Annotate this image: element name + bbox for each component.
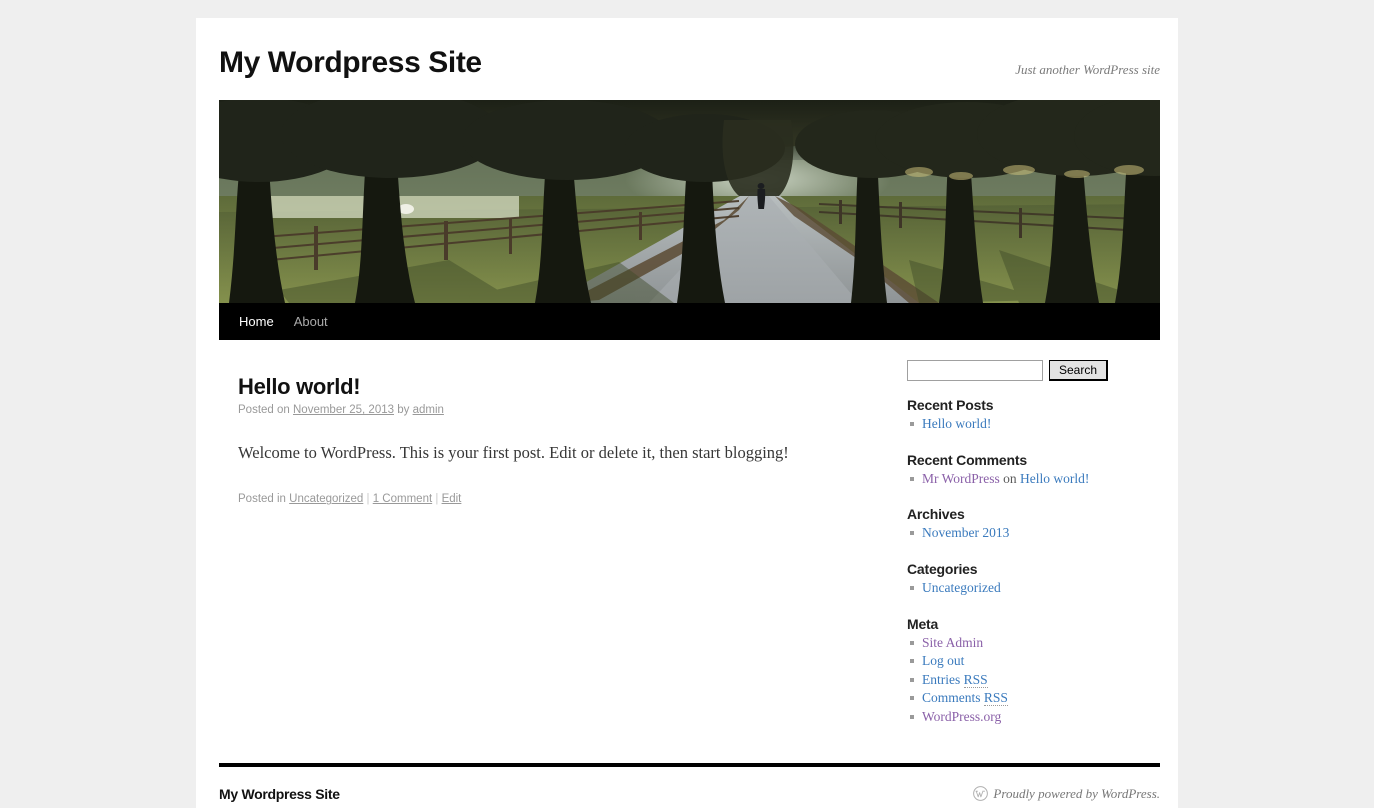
meta-list: Site Admin Log out Entries RSS Comments … [907, 634, 1155, 727]
widget-title-recent-posts: Recent Posts [907, 397, 1155, 413]
meta-comments-label: Comments [922, 690, 981, 705]
widget-title-categories: Categories [907, 561, 1155, 577]
search-button[interactable] [1049, 360, 1108, 381]
list-item: Site Admin [907, 634, 1155, 653]
category-link[interactable]: Uncategorized [922, 580, 1001, 595]
footer-site-title[interactable]: My Wordpress Site [219, 786, 340, 802]
categories-list: Uncategorized [907, 579, 1155, 598]
meta-link-wordpress-org[interactable]: WordPress.org [922, 709, 1001, 724]
posted-in-label: Posted in [238, 493, 286, 505]
meta-separator-1: | [367, 493, 370, 505]
post-body: Welcome to WordPress. This is your first… [238, 440, 881, 466]
widget-title-recent-comments: Recent Comments [907, 452, 1155, 468]
widget-meta: Meta Site Admin Log out Entries RSS Comm… [901, 616, 1155, 727]
widget-title-archives: Archives [907, 506, 1155, 522]
footer-credit-text: Proudly powered by WordPress. [993, 786, 1160, 802]
widget-categories: Categories Uncategorized [901, 561, 1155, 598]
wordpress-logo-icon [973, 786, 988, 801]
post-meta-posted-on: Posted on [238, 404, 290, 416]
post-content-column: Hello world! Posted on November 25, 2013… [219, 340, 901, 745]
meta-separator-2: | [435, 493, 438, 505]
post-title[interactable]: Hello world! [238, 374, 881, 400]
sidebar: Recent Posts Hello world! Recent Comment… [901, 340, 1155, 745]
recent-post-link[interactable]: Hello world! [922, 416, 991, 431]
nav-item-about[interactable]: About [284, 303, 338, 340]
site-description: Just another WordPress site [1015, 62, 1160, 78]
list-item: Log out [907, 652, 1155, 671]
site-footer: My Wordpress Site Proudly powered by Wor… [219, 763, 1160, 802]
main-content-area: Hello world! Posted on November 25, 2013… [196, 340, 1178, 745]
nav-item-home[interactable]: Home [229, 303, 284, 340]
list-item: Mr WordPress on Hello world! [907, 470, 1155, 489]
footer-credit[interactable]: Proudly powered by WordPress. [973, 786, 1160, 802]
header-banner-image[interactable] [219, 100, 1160, 303]
list-item: Entries RSS [907, 671, 1155, 690]
recent-comments-list: Mr WordPress on Hello world! [907, 470, 1155, 489]
site-title[interactable]: My Wordpress Site [219, 48, 482, 78]
widget-title-meta: Meta [907, 616, 1155, 632]
post-meta-by: by [397, 404, 409, 416]
widget-recent-posts: Recent Posts Hello world! [901, 397, 1155, 434]
rss-abbr: RSS [964, 672, 988, 688]
site-branding: My Wordpress Site Just another WordPress… [196, 18, 1178, 100]
list-item: Hello world! [907, 415, 1155, 434]
primary-navigation: Home About [219, 303, 1160, 340]
recent-posts-list: Hello world! [907, 415, 1155, 434]
post-author-link[interactable]: admin [413, 404, 444, 416]
meta-entries-label: Entries [922, 672, 960, 687]
post-comments-link[interactable]: 1 Comment [373, 493, 432, 505]
meta-link-entries-rss[interactable]: Entries RSS [922, 672, 988, 688]
post-meta: Posted on November 25, 2013 by admin [238, 404, 881, 416]
post-edit-link[interactable]: Edit [442, 493, 462, 505]
post-footer-meta: Posted in Uncategorized | 1 Comment | Ed… [238, 493, 881, 505]
post-date-link[interactable]: November 25, 2013 [293, 404, 394, 416]
search-form [901, 360, 1155, 381]
comment-post-link[interactable]: Hello world! [1020, 471, 1089, 486]
meta-link-log-out[interactable]: Log out [922, 653, 964, 668]
widget-archives: Archives November 2013 [901, 506, 1155, 543]
list-item: November 2013 [907, 524, 1155, 543]
comment-author-link[interactable]: Mr WordPress [922, 471, 1000, 486]
site-container: My Wordpress Site Just another WordPress… [196, 18, 1178, 808]
meta-link-comments-rss[interactable]: Comments RSS [922, 690, 1008, 706]
archives-list: November 2013 [907, 524, 1155, 543]
list-item: Comments RSS [907, 689, 1155, 708]
comment-on-label: on [1003, 471, 1017, 486]
rss-abbr: RSS [984, 690, 1008, 706]
list-item: WordPress.org [907, 708, 1155, 727]
post-category-link[interactable]: Uncategorized [289, 493, 363, 505]
list-item: Uncategorized [907, 579, 1155, 598]
post-hello-world: Hello world! Posted on November 25, 2013… [219, 374, 881, 505]
archive-link[interactable]: November 2013 [922, 525, 1009, 540]
widget-recent-comments: Recent Comments Mr WordPress on Hello wo… [901, 452, 1155, 489]
search-input[interactable] [907, 360, 1043, 381]
meta-link-site-admin[interactable]: Site Admin [922, 635, 983, 650]
